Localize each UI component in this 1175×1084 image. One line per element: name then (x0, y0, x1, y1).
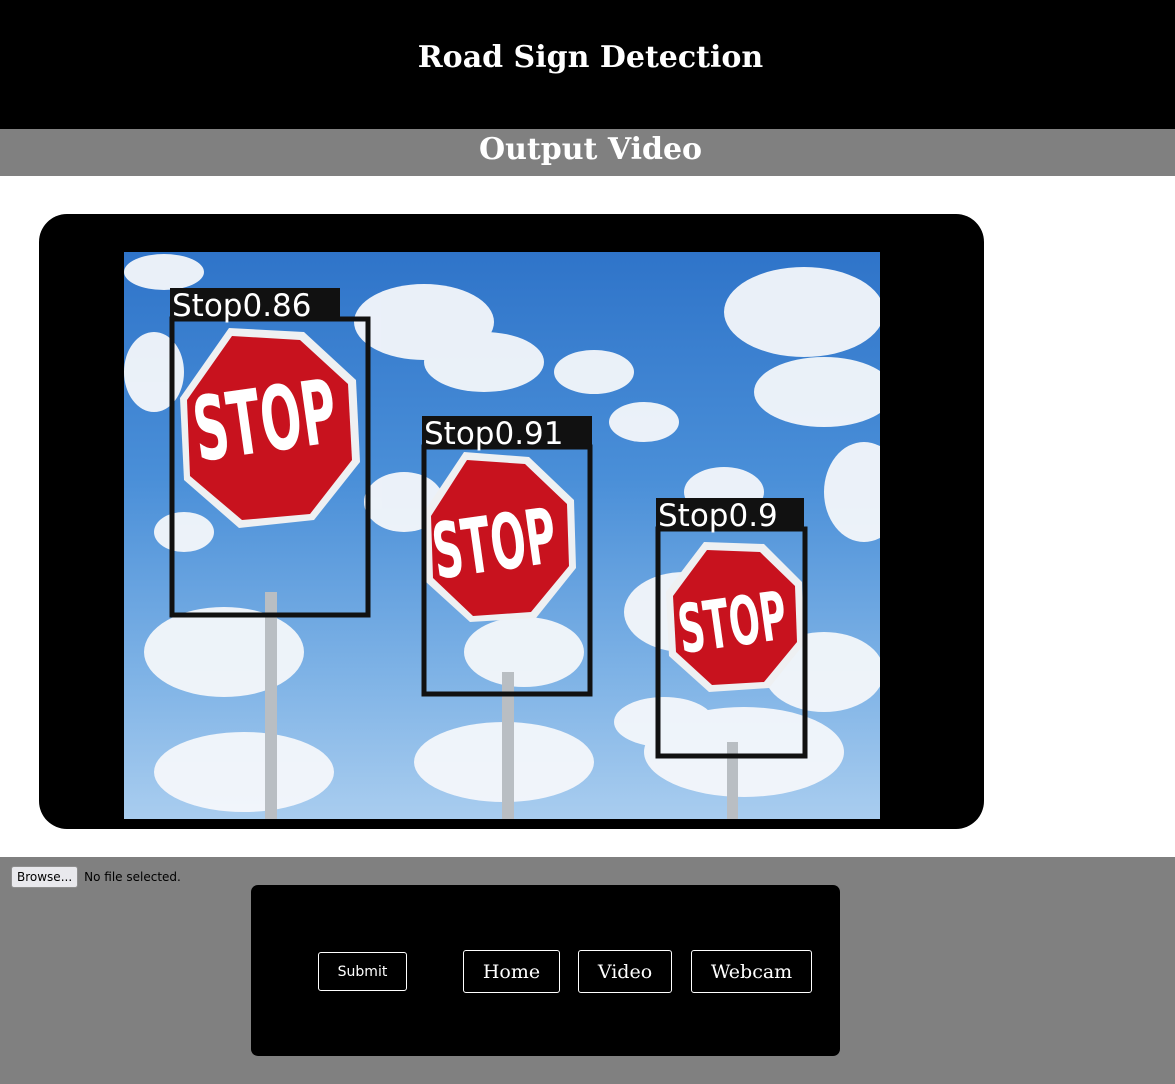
page-title: Road Sign Detection (417, 40, 764, 75)
webcam-button[interactable]: Webcam (691, 950, 812, 993)
stop-sign: STOP (424, 452, 576, 622)
svg-text:STOP: STOP (674, 578, 792, 670)
file-status: No file selected. (84, 870, 181, 884)
video-button[interactable]: Video (578, 950, 672, 993)
section-header: Output Video (0, 129, 1175, 176)
browse-button[interactable]: Browse... (11, 866, 79, 888)
detection-label: Stop0.9 (658, 498, 778, 534)
file-upload: Browse... No file selected. (11, 866, 181, 888)
output-video[interactable]: STOP STOP STOP Stop0.86 Stop0.91 Stop0.9 (124, 252, 880, 819)
submit-button[interactable]: Submit (318, 952, 407, 991)
stop-sign: STOP (180, 328, 360, 528)
svg-text:STOP: STOP (427, 491, 562, 597)
home-button[interactable]: Home (463, 950, 560, 993)
section-title: Output Video (478, 132, 703, 167)
stop-sign: STOP (666, 542, 804, 692)
detection-label: Stop0.86 (172, 288, 312, 324)
detection-label: Stop0.91 (424, 416, 564, 452)
svg-text:STOP: STOP (187, 361, 343, 483)
video-frame-image: STOP STOP STOP Stop0.86 Stop0.91 Stop0.9 (124, 254, 880, 819)
sign-pole (265, 592, 277, 819)
page-header: Road Sign Detection (0, 0, 1175, 129)
